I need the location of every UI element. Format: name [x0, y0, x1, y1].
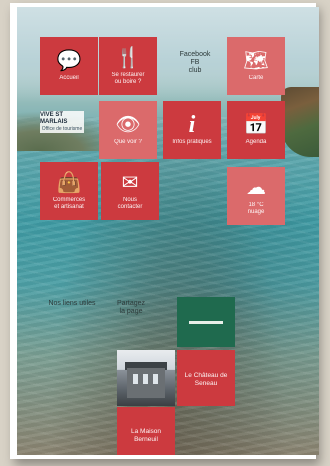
liens-utiles-text[interactable]: Nos liens utiles — [37, 300, 107, 308]
background-cliff — [281, 87, 319, 157]
tile-infos-pratiques[interactable]: i Infos pratiques — [163, 101, 221, 159]
tile-label: Nous contacter — [117, 196, 143, 210]
tile-nous-contacter[interactable]: ✉ Nous contacter — [101, 162, 159, 220]
logo-title: VIVE ST MARLAIS — [40, 111, 68, 125]
shopping-bag-icon: 👜 — [56, 171, 82, 194]
calendar-icon: 📅 — [243, 114, 269, 136]
fork-knife-icon: 🍴 — [115, 46, 141, 69]
tile-carte[interactable]: 🗺 Carte — [227, 37, 285, 95]
logo-subtitle: Office de tourisme — [41, 125, 83, 132]
tile-agenda[interactable]: 📅 Agenda — [227, 101, 285, 159]
partagez-text[interactable]: Partagez la page — [103, 300, 159, 316]
tile-label: Infos pratiques — [172, 139, 212, 145]
weather-icon: ☁ — [246, 176, 266, 199]
tile-label: 18 °C nuage — [247, 201, 265, 215]
tile-label: Le Château de Seneau — [184, 371, 228, 387]
map-icon: 🗺 — [243, 50, 269, 72]
tile-chateau[interactable]: Le Château de Seneau — [177, 350, 235, 406]
green-banner-tile[interactable] — [177, 297, 235, 347]
photo-window — [153, 374, 158, 384]
envelope-icon: ✉ — [121, 171, 139, 194]
dash-icon — [189, 320, 223, 324]
tile-accueil[interactable]: 💬 Accueil — [40, 37, 98, 95]
tile-label: Accueil — [59, 75, 79, 81]
photo-window — [143, 374, 148, 384]
tile-commerces[interactable]: 👜 Commerces et artisanat — [40, 162, 98, 220]
tile-label: Commerces et artisanat — [52, 196, 86, 210]
tile-label: La Maison Berneuil — [131, 427, 161, 443]
app-home-screen: 💬 Accueil 🍴 Se restaurer ou boire ? Face… — [17, 7, 319, 455]
building-photo-tile[interactable] — [117, 350, 175, 406]
eye-icon: 👁 — [115, 114, 141, 136]
info-icon: i — [188, 112, 196, 138]
tile-meteo[interactable]: ☁ 18 °C nuage — [227, 167, 285, 225]
tile-label: Se restaurer ou boire ? — [111, 71, 145, 85]
photo-window — [133, 374, 138, 384]
tile-label: Agenda — [245, 139, 267, 145]
tile-label: Que voir ? — [114, 139, 142, 145]
speech-bubble-icon: 💬 — [56, 50, 82, 72]
tile-maison[interactable]: La Maison Berneuil — [117, 407, 175, 455]
tile-label: Carte — [248, 75, 264, 81]
tile-que-voir[interactable]: 👁 Que voir ? — [99, 101, 157, 159]
tile-restaurer[interactable]: 🍴 Se restaurer ou boire ? — [99, 37, 157, 95]
tourism-logo: VIVE ST MARLAIS Office de tourisme — [40, 111, 84, 133]
facebook-club-text[interactable]: Facebook FB club — [165, 51, 225, 75]
